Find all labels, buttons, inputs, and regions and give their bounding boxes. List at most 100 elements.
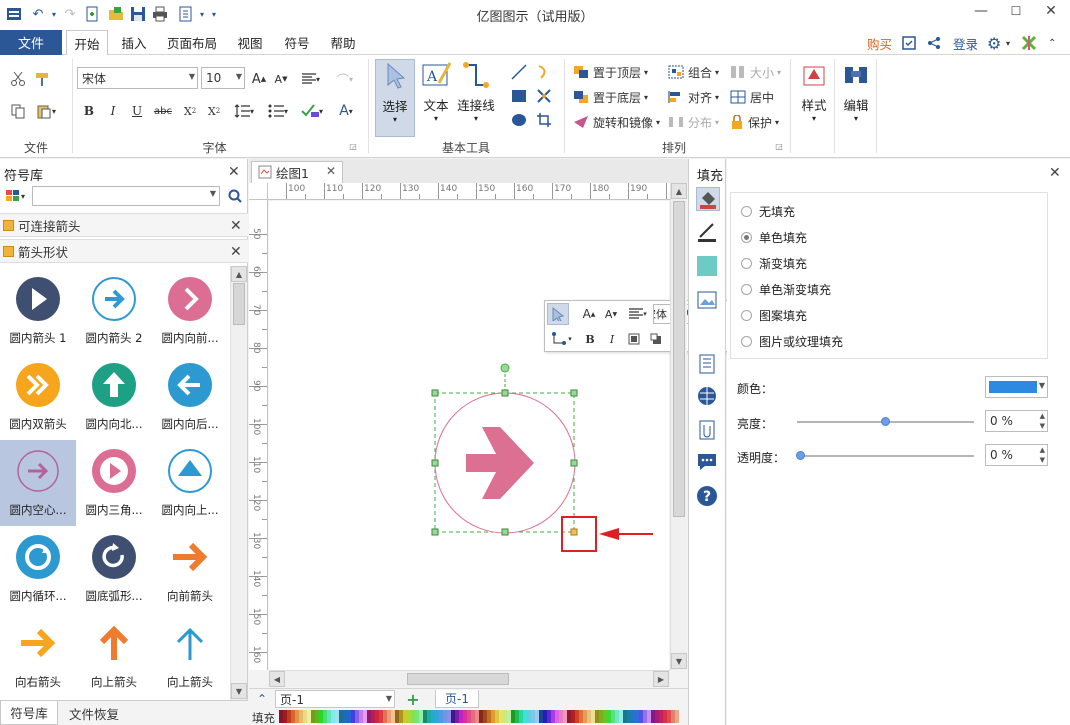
page-tab[interactable]: 页-1 [435, 690, 479, 708]
scroll-right-icon[interactable]: ▶ [653, 671, 669, 687]
drawing-canvas[interactable] [269, 201, 669, 670]
line-spacing-icon[interactable]: ▾ [229, 101, 259, 121]
font-color-icon[interactable]: A ▾ [332, 101, 360, 121]
increase-font-icon[interactable]: A ▲ [250, 69, 268, 89]
maximize-icon[interactable]: ☐ [999, 0, 1033, 22]
globe-icon[interactable] [696, 385, 720, 409]
tab-file-recovery[interactable]: 文件恢复 [62, 701, 126, 725]
comment-icon[interactable] [696, 451, 720, 475]
shape-item[interactable]: 圆内箭头 1 [0, 268, 76, 354]
copy-icon[interactable] [8, 101, 28, 121]
document-list-icon[interactable] [696, 353, 720, 377]
library-scrollbar[interactable]: ▲ ▼ [230, 266, 247, 700]
bring-front-icon[interactable] [625, 329, 643, 349]
transparency-slider[interactable] [797, 455, 974, 457]
radio-button-selected[interactable] [741, 232, 752, 243]
control-handle[interactable] [570, 528, 578, 536]
shape-item[interactable]: 圆内箭头 2 [76, 268, 152, 354]
decrease-font-icon[interactable]: A ▼ [601, 305, 621, 323]
add-page-icon[interactable]: + [405, 690, 421, 709]
ellipse-tool-icon[interactable] [508, 109, 530, 131]
increase-font-icon[interactable]: A ▲ [579, 305, 599, 323]
scroll-up-icon[interactable]: ▲ [671, 183, 687, 199]
select-pointer-icon[interactable] [547, 303, 569, 325]
shape-item-selected[interactable]: 圆内空心... [0, 440, 76, 526]
shape-item[interactable]: 圆内双箭头 [0, 354, 76, 440]
rectangle-tool-icon[interactable] [508, 85, 530, 107]
page-select[interactable]: 页-1 ▼ [275, 690, 395, 708]
gear-icon[interactable]: ⚙ [987, 33, 1001, 53]
library-header-connectable-arrows[interactable]: 可连接箭头 ✕ [0, 213, 248, 237]
document-tab[interactable]: 绘图1 ✕ [251, 161, 343, 183]
protect-button[interactable]: 保护 ▾ [730, 111, 779, 133]
help-icon[interactable]: ? [696, 485, 720, 509]
cross-tool-icon[interactable] [533, 85, 555, 107]
rotate-mirror-button[interactable]: 旋转和镜像 ▾ [573, 111, 660, 133]
crop-tool-icon[interactable] [533, 109, 555, 131]
superscript-button[interactable]: X2 [204, 101, 224, 121]
line-tool-icon[interactable] [508, 61, 530, 83]
bring-to-front-button[interactable]: 置于顶层 ▾ [573, 61, 648, 83]
align-text-icon[interactable]: ▾ [625, 305, 651, 323]
minimize-icon[interactable]: — [964, 0, 998, 22]
center-button[interactable]: 居中 [730, 86, 774, 108]
connector-icon[interactable]: ▾ [547, 329, 577, 349]
shape-item[interactable]: 向上箭头 [152, 612, 228, 698]
shape-item[interactable]: 圆内三角... [76, 440, 152, 526]
chevron-up-icon[interactable]: ⌃ [255, 691, 269, 707]
login-link[interactable]: 登录 [953, 33, 978, 53]
line-panel-icon[interactable] [696, 221, 720, 245]
tab-insert[interactable]: 插入 [112, 30, 156, 55]
shape-item[interactable]: 圆内向北... [76, 354, 152, 440]
buy-link[interactable]: 购买 [867, 33, 892, 53]
text-direction-icon[interactable]: ⌒ ▾ [330, 69, 360, 89]
fill-panel-icon[interactable] [696, 187, 720, 211]
fill-option-solid[interactable]: 单色填充 [741, 229, 807, 246]
tab-help[interactable]: 帮助 [322, 30, 364, 55]
shape-item[interactable]: 圆内向前... [152, 268, 228, 354]
bullet-list-icon[interactable]: ▾ [263, 101, 293, 121]
chevron-down-icon[interactable]: ▾ [1006, 33, 1010, 53]
arrange-dialog-launcher-icon[interactable]: ◲ [774, 141, 784, 151]
radio-button[interactable] [741, 336, 752, 347]
radio-button[interactable] [741, 310, 752, 321]
close-icon[interactable]: ✕ [1049, 165, 1061, 181]
fill-option-mono-gradient[interactable]: 单色渐变填充 [741, 281, 831, 298]
edit-button[interactable]: 编辑 ▾ [837, 59, 875, 131]
file-menu-tab[interactable]: 文件 [0, 30, 62, 55]
shape-item[interactable]: 向上箭头 [76, 612, 152, 698]
close-icon[interactable]: ✕ [326, 164, 336, 178]
search-icon[interactable] [226, 187, 244, 205]
scroll-down-icon[interactable]: ▼ [671, 653, 687, 669]
fill-option-texture[interactable]: 图片或纹理填充 [741, 333, 843, 350]
scroll-thumb[interactable] [233, 283, 245, 325]
library-menu-icon[interactable]: ▾ [2, 187, 28, 205]
transparency-slider-knob[interactable] [796, 451, 805, 460]
tab-symbol[interactable]: 符号 [276, 30, 318, 55]
color-swatches[interactable] [279, 710, 681, 723]
shape-item[interactable]: 向右箭头 [0, 612, 76, 698]
shape-item[interactable]: 圆底弧形... [76, 526, 152, 612]
fill-option-pattern[interactable]: 图案填充 [741, 307, 807, 324]
fill-option-none[interactable]: 无填充 [741, 203, 795, 220]
color-picker[interactable]: ▼ [985, 376, 1048, 398]
canvas-vertical-scrollbar[interactable]: ▲ ▼ [670, 183, 687, 670]
style-button[interactable]: 样式 ▾ [795, 59, 833, 131]
paste-icon[interactable]: ▾ [34, 101, 58, 121]
brightness-slider-knob[interactable] [881, 417, 890, 426]
decrease-font-icon[interactable]: A ▼ [272, 69, 290, 89]
size-button[interactable]: 大小 ▾ [730, 61, 781, 83]
feedback-icon[interactable] [901, 33, 917, 53]
distribute-button[interactable]: 分布 ▾ [668, 111, 719, 133]
strikethrough-button[interactable]: abc [151, 101, 175, 121]
tab-home[interactable]: 开始 [66, 30, 108, 56]
select-tool-button[interactable]: 选择 ▾ [375, 59, 415, 137]
close-icon[interactable]: ✕ [228, 164, 240, 180]
rotation-handle[interactable] [500, 363, 510, 373]
italic-button[interactable]: I [603, 329, 621, 349]
text-tool-button[interactable]: A 文本 ▾ [417, 59, 455, 131]
scroll-down-icon[interactable]: ▼ [231, 683, 247, 699]
fill-option-gradient[interactable]: 渐变填充 [741, 255, 807, 272]
scroll-thumb[interactable] [407, 673, 509, 685]
font-size-select[interactable]: 10 ▼ [201, 67, 245, 89]
